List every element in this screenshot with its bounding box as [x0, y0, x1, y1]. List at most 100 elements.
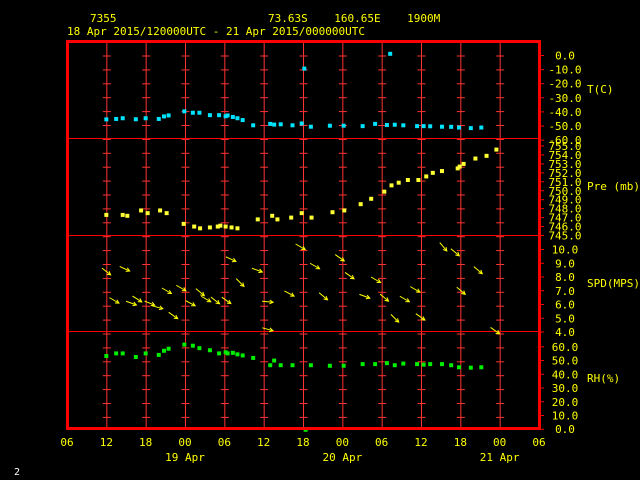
temp-tick-label: -20.0	[548, 78, 581, 91]
rh-point	[156, 352, 161, 357]
temp-point	[217, 113, 222, 118]
wind-arrow	[125, 300, 138, 307]
wind-arrow	[109, 297, 120, 304]
pres-point	[494, 147, 499, 152]
rh-point	[401, 361, 406, 366]
wind-arrow	[176, 284, 187, 292]
temp-point	[384, 123, 389, 128]
temp-point	[479, 125, 484, 130]
temp-tick-label: -10.0	[548, 64, 581, 77]
rh-point	[360, 362, 365, 367]
pres-axis-label: Pre (mb)	[587, 180, 640, 193]
rh-tick-label: 60.0	[552, 341, 579, 354]
pres-point	[145, 211, 150, 216]
pres-point	[342, 208, 347, 213]
pres-point	[207, 225, 212, 230]
temp-point	[207, 113, 212, 118]
rh-point	[217, 351, 222, 356]
pres-point	[330, 210, 335, 215]
data-marks	[101, 51, 501, 432]
pres-point	[275, 217, 280, 222]
x-tick-label: 06	[218, 436, 231, 449]
wind-arrow	[415, 313, 426, 321]
rh-tick-label: 50.0	[552, 355, 579, 368]
x-tick-label: 12	[414, 436, 427, 449]
rh-point	[457, 365, 462, 370]
rh-tick-label: 20.0	[552, 396, 579, 409]
pres-point	[461, 161, 466, 166]
wind-arrow	[195, 288, 206, 297]
temp-point	[104, 117, 109, 122]
temp-point	[468, 126, 473, 131]
wind-arrow	[168, 311, 179, 320]
rh-point	[468, 365, 473, 370]
pres-point	[235, 226, 240, 231]
station-location: 73.63S 160.65E 1900M	[268, 12, 441, 25]
temp-point	[388, 51, 393, 56]
temp-point	[428, 124, 433, 129]
rh-tick-label: 0.0	[555, 423, 575, 436]
wind-arrow	[450, 248, 461, 257]
pres-point	[223, 224, 228, 229]
pres-point	[389, 183, 394, 188]
rh-tick-label: 30.0	[552, 382, 579, 395]
temp-point	[268, 121, 273, 126]
rh-point	[449, 363, 454, 368]
rh-point	[104, 354, 109, 359]
temp-point	[302, 66, 307, 71]
rh-tick-label: 40.0	[552, 368, 579, 381]
wind-arrow	[200, 295, 212, 303]
temp-point	[162, 114, 167, 119]
rh-point	[120, 351, 125, 356]
temp-point	[449, 124, 454, 129]
rh-point	[235, 352, 240, 357]
wind-arrow	[473, 266, 484, 275]
rh-point	[240, 353, 245, 358]
temp-point	[360, 124, 365, 129]
rh-point	[272, 358, 277, 363]
rh-point	[114, 351, 119, 356]
meteogram: 7355 73.63S 160.65E 1900M 18 Apr 2015/12…	[14, 12, 640, 478]
pres-point	[198, 226, 203, 231]
pres-point	[158, 208, 163, 213]
pres-point	[457, 164, 462, 169]
wind-arrow	[185, 300, 197, 307]
rh-point	[230, 350, 235, 355]
temp-axis-label: T(C)	[587, 83, 614, 96]
wind-arrow	[318, 292, 329, 301]
wind-arrow	[225, 256, 237, 263]
rh-point	[479, 365, 484, 370]
wind-tick-label: 10.0	[552, 244, 579, 257]
temp-point	[415, 124, 420, 129]
temp-point	[114, 116, 119, 121]
temp-point	[133, 117, 138, 122]
pres-point	[484, 153, 489, 158]
rh-point	[143, 351, 148, 356]
temp-point	[373, 121, 378, 126]
temp-point	[166, 113, 171, 118]
x-tick-label: 06	[375, 436, 388, 449]
pres-point	[369, 196, 374, 201]
page-number: 2	[14, 467, 20, 478]
temp-point	[457, 125, 462, 130]
temp-point	[308, 124, 313, 129]
wind-tick-label: 5.0	[555, 312, 575, 325]
rh-point	[341, 363, 346, 368]
wind-arrow	[490, 327, 501, 335]
wind-arrow	[410, 286, 421, 293]
temp-point	[197, 110, 202, 115]
temp-point	[272, 122, 277, 127]
rh-point	[392, 363, 397, 368]
pres-point	[405, 178, 410, 183]
temp-point	[392, 122, 397, 127]
pres-point	[439, 169, 444, 174]
rh-point	[421, 362, 426, 367]
x-tick-label: 06	[532, 436, 545, 449]
rh-point	[415, 362, 420, 367]
pres-point	[309, 215, 314, 220]
temp-point	[341, 123, 346, 128]
rh-point	[428, 362, 433, 367]
wind-arrow	[309, 262, 321, 270]
wind-arrow	[379, 293, 390, 302]
x-tick-label: 12	[100, 436, 113, 449]
